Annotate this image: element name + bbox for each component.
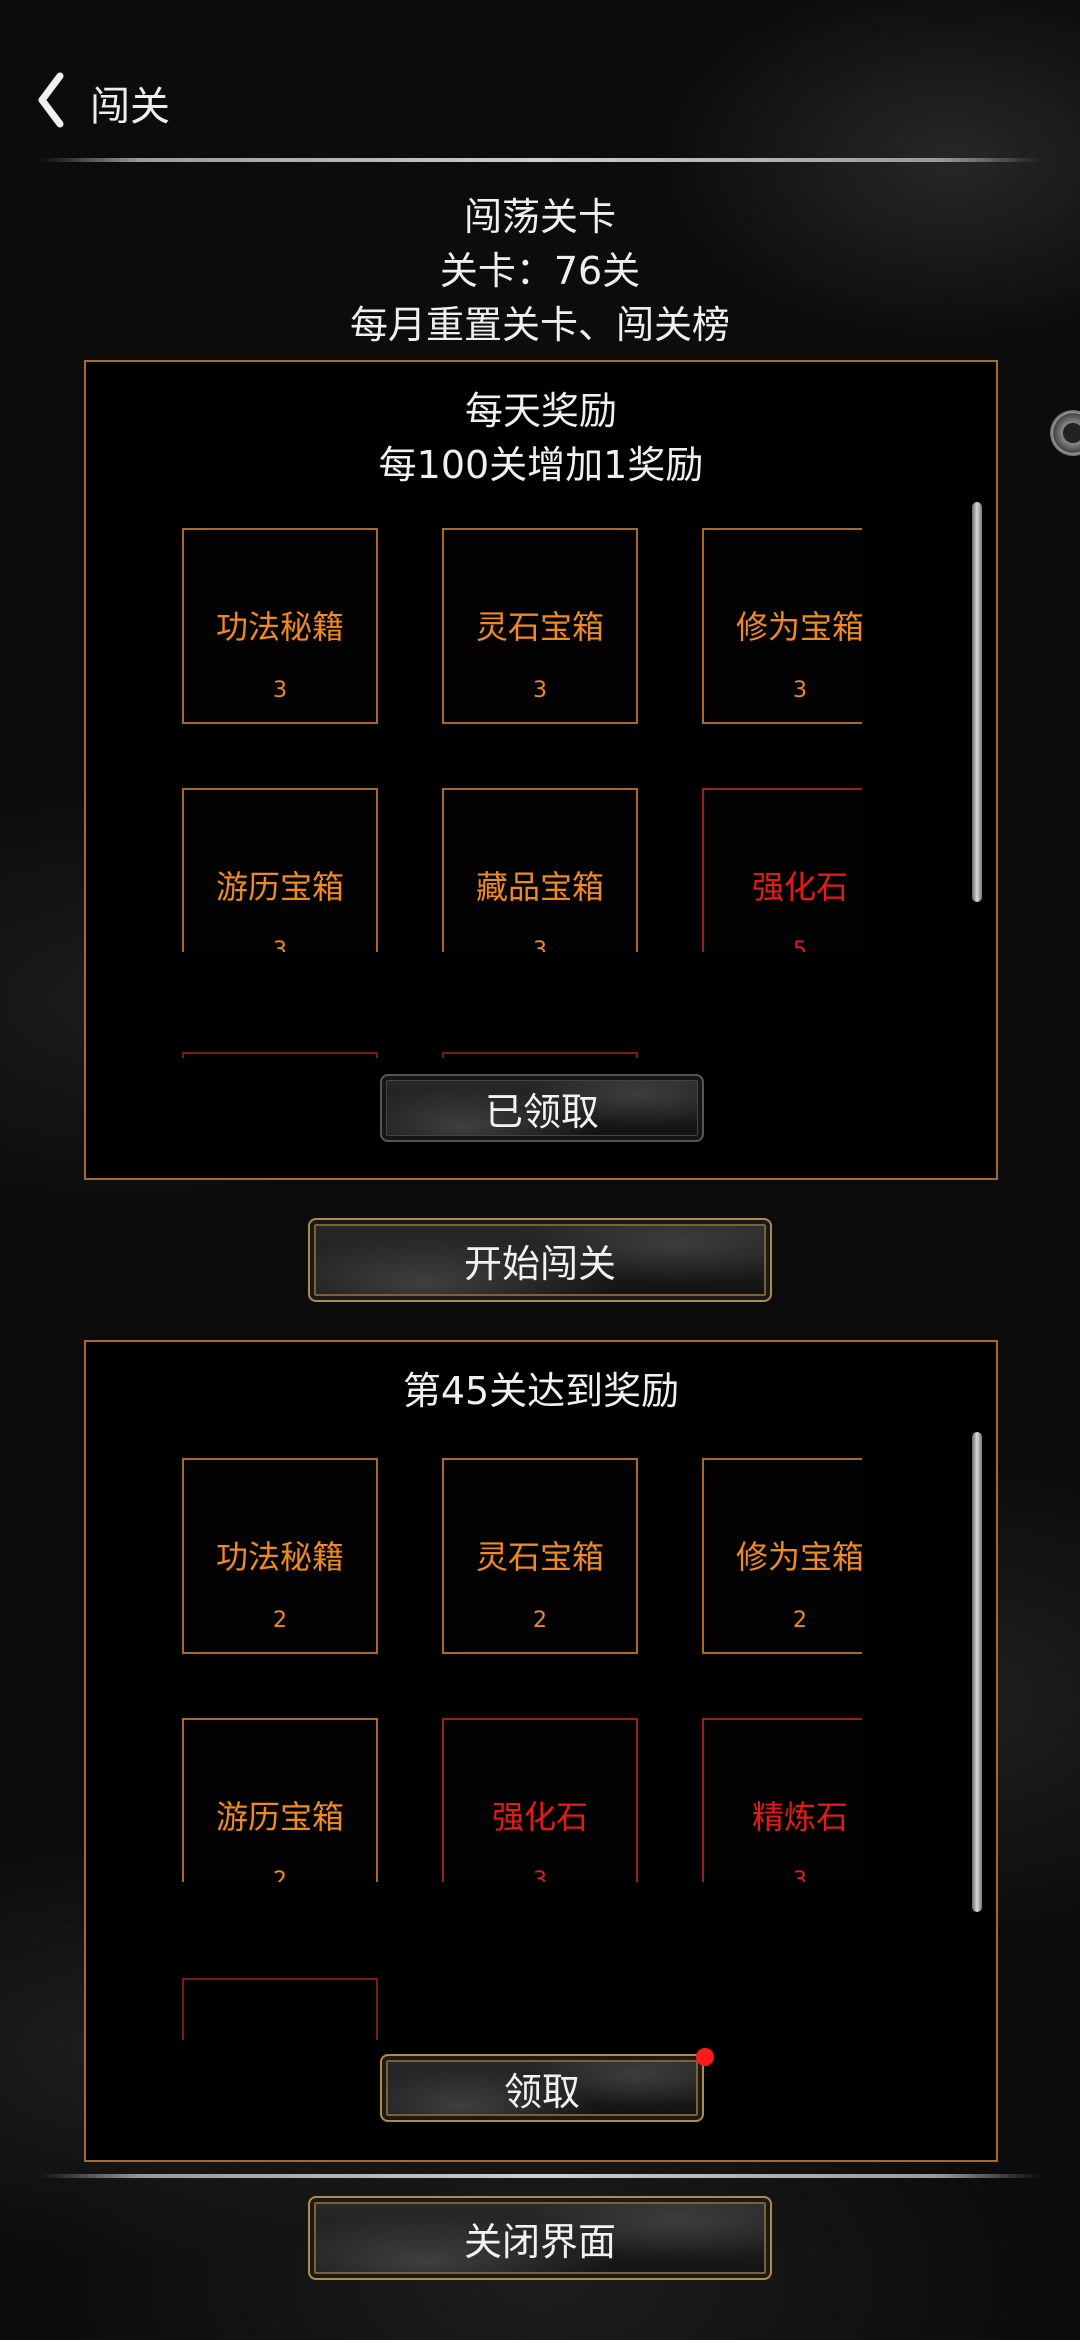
daily-reward-panel: 每天奖励 每100关增加1奖励 功法秘籍 3 灵石宝箱 3 修为宝箱 3 游历宝… xyxy=(84,360,998,1180)
reward-count: 3 xyxy=(533,1868,547,1882)
daily-reward-subtitle: 每100关增加1奖励 xyxy=(378,443,704,487)
reward-item[interactable]: 灵石宝箱 3 xyxy=(442,528,638,724)
reward-name: 强化石 xyxy=(491,1798,588,1836)
top-bar: 闯关 xyxy=(0,60,1080,140)
reward-item[interactable]: 功法秘籍 2 xyxy=(182,1458,378,1654)
divider-top xyxy=(40,158,1040,162)
daily-reward-list[interactable]: 功法秘籍 3 灵石宝箱 3 修为宝箱 3 游历宝箱 3 藏品宝箱 3 强化石 5 xyxy=(182,528,862,952)
reward-count: 3 xyxy=(793,678,807,703)
chevron-left-icon xyxy=(38,72,64,128)
close-panel-button[interactable]: 关闭界面 xyxy=(308,2196,772,2280)
reward-name: 修为宝箱 xyxy=(735,1538,862,1576)
level-reward-panel: 第45关达到奖励 功法秘籍 2 灵石宝箱 2 修为宝箱 2 游历宝箱 2 强化石… xyxy=(84,1340,998,2162)
reward-count: 2 xyxy=(273,1608,287,1633)
info-line-3: 每月重置关卡、闯关榜 xyxy=(349,303,730,347)
reward-item[interactable]: 功法秘籍 3 xyxy=(182,528,378,724)
reward-count: 2 xyxy=(273,1868,287,1882)
reward-item[interactable]: 游历宝箱 2 xyxy=(182,1718,378,1882)
level-list-scrollbar[interactable] xyxy=(972,1432,982,1912)
page-title: 闯关 xyxy=(90,84,170,130)
reward-item[interactable]: 强化石 3 xyxy=(442,1718,638,1882)
level-claim-button[interactable]: 领取 xyxy=(380,2054,704,2122)
reward-count: 3 xyxy=(793,1868,807,1882)
level-reward-title: 第45关达到奖励 xyxy=(402,1369,680,1413)
back-button[interactable] xyxy=(26,68,76,132)
divider-bottom xyxy=(40,2174,1040,2178)
reward-item[interactable]: 强化石 5 xyxy=(702,788,862,952)
reward-item[interactable]: 修为宝箱 3 xyxy=(702,528,862,724)
reward-item[interactable]: 修为宝箱 2 xyxy=(702,1458,862,1654)
info-line-2: 关卡：76关 xyxy=(439,249,641,293)
reward-name: 功法秘籍 xyxy=(215,1538,344,1576)
reward-count: 2 xyxy=(533,1608,547,1633)
reward-name: 强化石 xyxy=(751,868,848,906)
daily-list-scrollbar[interactable] xyxy=(972,502,982,902)
reward-item-partial xyxy=(182,1052,378,1058)
reward-name: 灵石宝箱 xyxy=(475,608,604,646)
reward-name: 灵石宝箱 xyxy=(475,1538,604,1576)
reward-name: 精炼石 xyxy=(751,1798,848,1836)
reward-item[interactable]: 藏品宝箱 3 xyxy=(442,788,638,952)
reward-item-partial xyxy=(442,1052,638,1058)
info-line-1: 闯荡关卡 xyxy=(463,195,616,239)
reward-name: 游历宝箱 xyxy=(215,1798,344,1836)
reward-count: 3 xyxy=(273,938,287,952)
reward-item-partial xyxy=(182,1978,378,2040)
reward-count: 2 xyxy=(793,1608,807,1633)
reward-item[interactable]: 精炼石 3 xyxy=(702,1718,862,1882)
notification-dot xyxy=(696,2048,714,2066)
reward-count: 5 xyxy=(793,938,807,952)
daily-claimed-button[interactable]: 已领取 xyxy=(380,1074,704,1142)
daily-reward-title: 每天奖励 xyxy=(464,389,617,433)
reward-name: 藏品宝箱 xyxy=(475,868,604,906)
level-reward-list[interactable]: 功法秘籍 2 灵石宝箱 2 修为宝箱 2 游历宝箱 2 强化石 3 精炼石 3 xyxy=(182,1458,862,1882)
reward-count: 3 xyxy=(533,938,547,952)
reward-item[interactable]: 灵石宝箱 2 xyxy=(442,1458,638,1654)
start-challenge-button[interactable]: 开始闯关 xyxy=(308,1218,772,1302)
reward-count: 3 xyxy=(533,678,547,703)
reward-count: 3 xyxy=(273,678,287,703)
reward-name: 修为宝箱 xyxy=(735,608,862,646)
reward-item[interactable]: 游历宝箱 3 xyxy=(182,788,378,952)
reward-name: 功法秘籍 xyxy=(215,608,344,646)
reward-name: 游历宝箱 xyxy=(215,868,344,906)
